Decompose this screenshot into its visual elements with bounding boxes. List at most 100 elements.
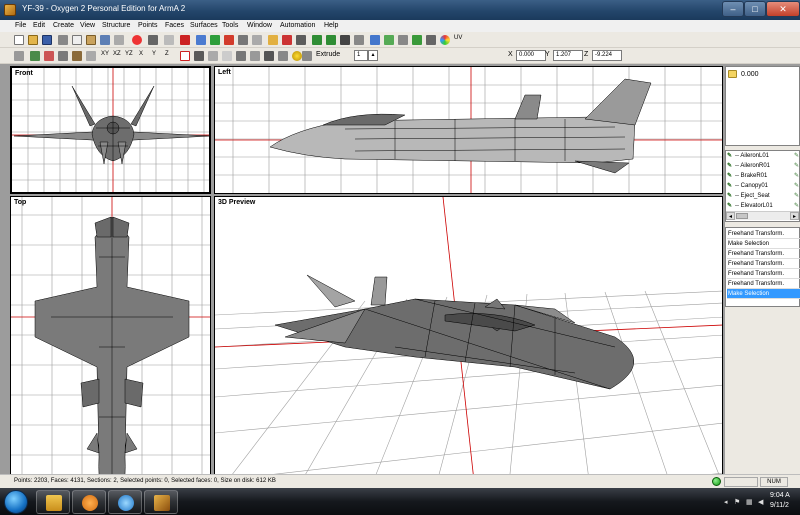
close-button[interactable]: ✕: [766, 1, 800, 17]
faces-mode-icon[interactable]: [296, 35, 306, 45]
redo-icon[interactable]: [114, 35, 124, 45]
taskbar-oxygen[interactable]: [144, 490, 178, 514]
points-mode-icon[interactable]: [282, 35, 292, 45]
new-file-icon[interactable]: [14, 35, 24, 45]
select-all-icon[interactable]: [194, 51, 204, 61]
menu-automation[interactable]: Automation: [280, 22, 315, 29]
scale-tool-icon[interactable]: [224, 35, 234, 45]
save-disk-icon[interactable]: [42, 35, 52, 45]
menu-file[interactable]: File: [15, 22, 26, 29]
menu-structure[interactable]: Structure: [102, 22, 130, 29]
history-item[interactable]: Make Selection: [727, 239, 800, 249]
taskbar-media-player[interactable]: [72, 490, 106, 514]
rotate-tool-icon[interactable]: [210, 35, 220, 45]
plane-xy-button[interactable]: XY: [101, 51, 109, 57]
top-viewport[interactable]: Top: [10, 196, 211, 515]
network-icon[interactable]: ▦: [746, 498, 753, 506]
select-tool-icon[interactable]: [180, 35, 190, 45]
lock-points-icon[interactable]: [340, 35, 350, 45]
cut-icon[interactable]: [58, 35, 68, 45]
camera-icon[interactable]: [238, 35, 248, 45]
lod-item[interactable]: 0.000: [728, 70, 759, 80]
record-icon[interactable]: [132, 35, 142, 45]
history-item[interactable]: Freehand Transform.: [727, 229, 800, 239]
clock[interactable]: 9:04 A 9/11/2: [770, 491, 790, 511]
view-mode-icon[interactable]: [14, 51, 24, 61]
history-item[interactable]: Freehand Transform.: [727, 249, 800, 259]
shrink-selection-icon[interactable]: [236, 51, 246, 61]
menu-create[interactable]: Create: [53, 22, 74, 29]
unlock-points-icon[interactable]: [354, 35, 364, 45]
selections-scrollbar[interactable]: ◂ ▸: [726, 211, 799, 220]
scroll-left-icon[interactable]: ◂: [726, 212, 735, 220]
background-icon[interactable]: [72, 51, 82, 61]
undo-icon[interactable]: [100, 35, 110, 45]
axis-x-button[interactable]: X: [139, 51, 143, 57]
pointer-icon[interactable]: [164, 35, 174, 45]
extrude-face-icon[interactable]: [250, 51, 260, 61]
3d-preview-viewport[interactable]: 3D Preview: [214, 196, 723, 515]
material-icon[interactable]: [384, 35, 394, 45]
extrude-spin-icon[interactable]: ▴: [368, 50, 378, 61]
texture-icon[interactable]: [370, 35, 380, 45]
unhide-icon[interactable]: [326, 35, 336, 45]
minimize-button[interactable]: –: [722, 1, 744, 17]
history-item[interactable]: Freehand Transform.: [727, 259, 800, 269]
light-icon[interactable]: [292, 51, 302, 61]
history-item[interactable]: Freehand Transform.: [727, 269, 800, 279]
left-viewport[interactable]: Left: [214, 66, 723, 194]
open-folder-icon[interactable]: [28, 35, 38, 45]
selection-item[interactable]: ✎ -- Canopy01 ✎: [727, 182, 799, 192]
axis-y-button[interactable]: Y: [152, 51, 156, 57]
copy-icon[interactable]: [72, 35, 82, 45]
scroll-thumb[interactable]: [736, 213, 748, 219]
menu-edit[interactable]: Edit: [33, 22, 45, 29]
frame-icon[interactable]: [58, 51, 68, 61]
selection-item[interactable]: ✎ -- Eject_Seat ✎: [727, 192, 799, 202]
zoom-icon[interactable]: [252, 35, 262, 45]
triangulate-icon[interactable]: [278, 51, 288, 61]
maximize-button[interactable]: □: [744, 1, 766, 17]
grid-icon[interactable]: [30, 51, 40, 61]
history-item-selected[interactable]: Make Selection: [727, 289, 800, 299]
menu-help[interactable]: Help: [324, 22, 338, 29]
uv-editor-button[interactable]: UV: [454, 35, 462, 41]
menu-tools[interactable]: Tools: [222, 22, 238, 29]
extrude-amount-input[interactable]: 1: [354, 50, 368, 61]
menu-window[interactable]: Window: [247, 22, 272, 29]
scroll-right-icon[interactable]: ▸: [790, 212, 799, 220]
selection-item[interactable]: ✎ -- BrakeR01 ✎: [727, 172, 799, 182]
split-icon[interactable]: [264, 51, 274, 61]
hide-icon[interactable]: [312, 35, 322, 45]
move-tool-icon[interactable]: [196, 35, 206, 45]
plane-yz-button[interactable]: YZ: [125, 51, 133, 57]
selection-item[interactable]: ✎ -- AileronR01 ✎: [727, 162, 799, 172]
front-viewport[interactable]: Front: [10, 66, 211, 194]
axis-z-button[interactable]: Z: [165, 51, 169, 57]
lock-icon[interactable]: [268, 35, 278, 45]
plane-xz-button[interactable]: XZ: [113, 51, 121, 57]
merge-icon[interactable]: [412, 35, 422, 45]
menu-points[interactable]: Points: [138, 22, 157, 29]
snap-icon[interactable]: [44, 51, 54, 61]
mirror-icon[interactable]: [398, 35, 408, 45]
history-item[interactable]: Freehand Transform.: [727, 279, 800, 289]
paste-icon[interactable]: [86, 35, 96, 45]
menu-faces[interactable]: Faces: [165, 22, 184, 29]
flag-icon[interactable]: ⚑: [734, 498, 740, 506]
play-icon[interactable]: [148, 35, 158, 45]
taskbar-explorer[interactable]: [36, 490, 70, 514]
clear-selection-icon[interactable]: [180, 51, 190, 61]
bones-icon[interactable]: [426, 35, 436, 45]
coord-y-input[interactable]: 1.207: [553, 50, 583, 61]
invert-selection-icon[interactable]: [208, 51, 218, 61]
menu-view[interactable]: View: [80, 22, 95, 29]
tray-arrow-icon[interactable]: ◂: [724, 498, 728, 506]
coord-z-input[interactable]: -9.224: [592, 50, 622, 61]
menu-surfaces[interactable]: Surfaces: [190, 22, 218, 29]
taskbar-ie[interactable]: [108, 490, 142, 514]
start-button[interactable]: [4, 490, 28, 514]
grow-selection-icon[interactable]: [222, 51, 232, 61]
extrude-icon[interactable]: [302, 51, 312, 61]
wireframe-icon[interactable]: [86, 51, 96, 61]
